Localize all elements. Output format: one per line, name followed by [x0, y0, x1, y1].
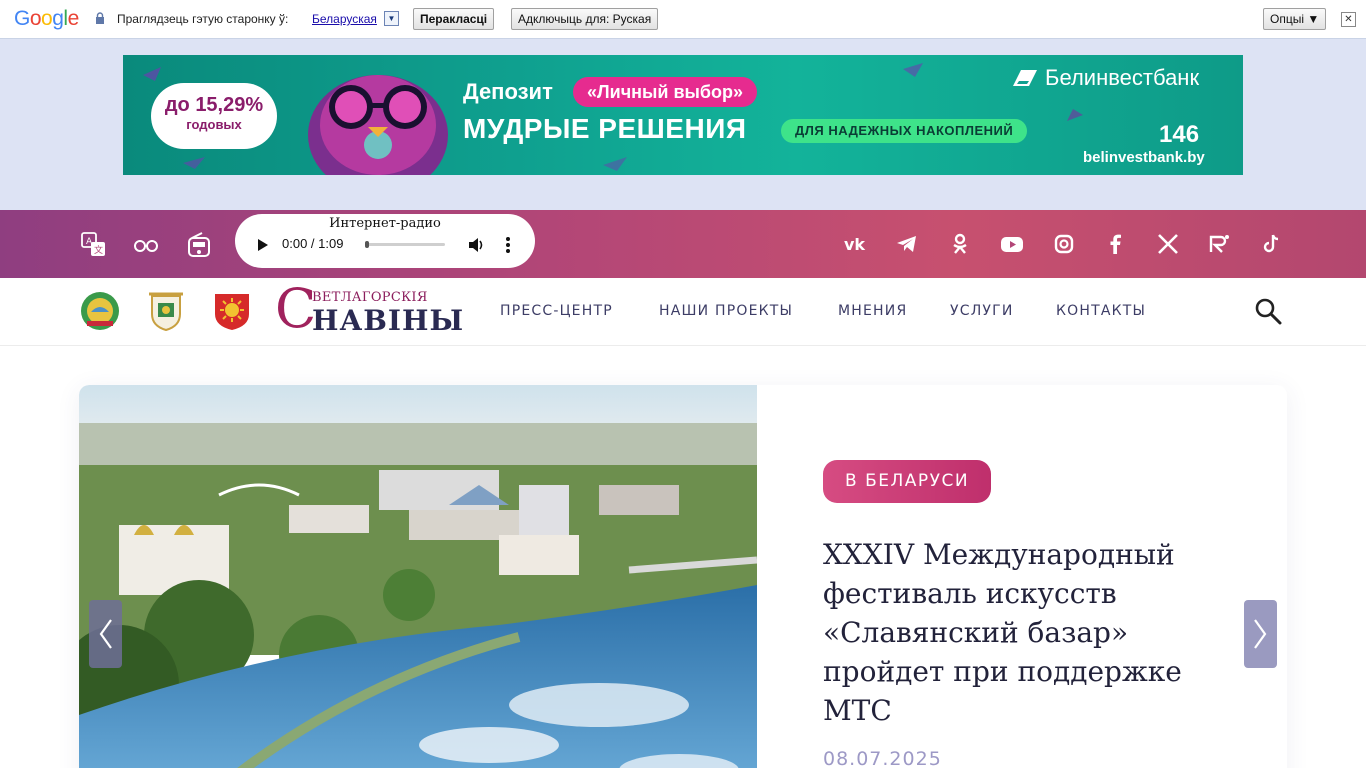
- nav-opinions[interactable]: МНЕНИЯ: [838, 303, 907, 319]
- x-icon[interactable]: [1156, 232, 1180, 256]
- owl-illustration: [308, 75, 448, 175]
- volume-icon[interactable]: [467, 236, 485, 254]
- close-icon[interactable]: ✕: [1341, 12, 1356, 27]
- player-title: Интернет-радио: [329, 216, 441, 231]
- logo-letter: С: [275, 277, 317, 340]
- odnoklassniki-icon[interactable]: [948, 232, 972, 256]
- belarus-emblem-icon[interactable]: [79, 290, 121, 332]
- category-badge[interactable]: В БЕЛАРУСИ: [823, 460, 992, 503]
- rate-badge: до 15,29% годовых: [151, 83, 277, 149]
- banner-zone: до 15,29% годовых Депозит «Личный выбор»…: [0, 39, 1366, 210]
- nav-our-projects[interactable]: НАШИ ПРОЕКТЫ: [659, 303, 793, 319]
- language-link[interactable]: Беларуская: [312, 12, 377, 26]
- logo-main-text: НАВІНЫ: [312, 304, 465, 337]
- translate-bar: Google Праглядзець гэтую старонку ў: Бел…: [0, 0, 1366, 39]
- language-dropdown-icon[interactable]: ▼: [384, 11, 399, 26]
- rate-value: до 15,29%: [164, 94, 264, 116]
- radio-icon[interactable]: [186, 232, 212, 258]
- nav-press-center[interactable]: ПРЕСС-ЦЕНТР: [500, 303, 613, 319]
- facebook-icon[interactable]: [1104, 232, 1128, 256]
- bank-name: Белинвестбанк: [1045, 65, 1200, 90]
- banner-choice: «Личный выбор»: [573, 77, 758, 107]
- hero-date: 08.07.2025: [823, 748, 942, 768]
- google-logo: Google: [14, 7, 79, 30]
- bank-logo-icon: [1013, 70, 1037, 86]
- more-options-icon[interactable]: [503, 236, 513, 254]
- glasses-icon[interactable]: [133, 232, 159, 258]
- top-toolbar: A 文 Интернет-радио 0:00 / 1:09 vk: [0, 210, 1366, 278]
- rate-label: годовых: [186, 117, 242, 132]
- svg-text:文: 文: [94, 244, 103, 256]
- rutube-icon[interactable]: [1207, 232, 1231, 256]
- city-emblem-icon[interactable]: [211, 290, 253, 332]
- player-time: 0:00 / 1:09: [282, 236, 344, 251]
- player-progress-handle[interactable]: [365, 241, 369, 248]
- tiktok-icon[interactable]: [1259, 232, 1283, 256]
- options-button[interactable]: Опцыі ▼: [1263, 8, 1327, 30]
- hero-title[interactable]: XXXIV Международный фестиваль искусств «…: [823, 535, 1223, 730]
- youtube-icon[interactable]: [1000, 232, 1024, 256]
- hero-image[interactable]: [79, 385, 757, 768]
- bank-site: belinvestbank.by: [1083, 149, 1205, 166]
- translate-icon[interactable]: A 文: [81, 232, 107, 258]
- player-progress-bar[interactable]: [365, 243, 445, 246]
- search-icon[interactable]: [1254, 297, 1282, 325]
- banner-reliable: ДЛЯ НАДЕЖНЫХ НАКОПЛЕНИЙ: [781, 119, 1028, 143]
- lock-icon: [96, 12, 104, 24]
- banner-headline: МУДРЫЕ РЕШЕНИЯ: [463, 113, 747, 144]
- radio-player[interactable]: Интернет-радио 0:00 / 1:09: [235, 214, 535, 268]
- slider-next-button[interactable]: [1244, 600, 1277, 668]
- instagram-icon[interactable]: [1052, 232, 1076, 256]
- region-emblem-icon[interactable]: [145, 290, 187, 332]
- svg-text:vk: vk: [844, 235, 865, 254]
- svg-text:A: A: [86, 237, 93, 247]
- ad-banner[interactable]: до 15,29% годовых Депозит «Личный выбор»…: [123, 55, 1243, 175]
- telegram-icon[interactable]: [895, 232, 919, 256]
- bank-phone: 146: [1159, 121, 1200, 148]
- site-header: С ВЕТЛАГОРСКІЯ НАВІНЫ ПРЕСС-ЦЕНТР НАШИ П…: [0, 278, 1366, 346]
- nav-services[interactable]: УСЛУГИ: [950, 303, 1014, 319]
- turn-off-button[interactable]: Адключыць для: Руская: [511, 8, 659, 30]
- play-icon[interactable]: [255, 238, 269, 252]
- slider-prev-button[interactable]: [89, 600, 122, 668]
- translate-prompt: Праглядзець гэтую старонку ў:: [117, 12, 289, 26]
- vk-icon[interactable]: vk: [844, 232, 868, 256]
- logo-top-text: ВЕТЛАГОРСКІЯ: [312, 290, 428, 305]
- banner-deposit: Депозит: [463, 79, 553, 104]
- translate-button[interactable]: Перакласці: [413, 8, 495, 30]
- nav-contacts[interactable]: КОНТАКТЫ: [1056, 303, 1146, 319]
- site-logo[interactable]: С ВЕТЛАГОРСКІЯ НАВІНЫ: [275, 282, 463, 338]
